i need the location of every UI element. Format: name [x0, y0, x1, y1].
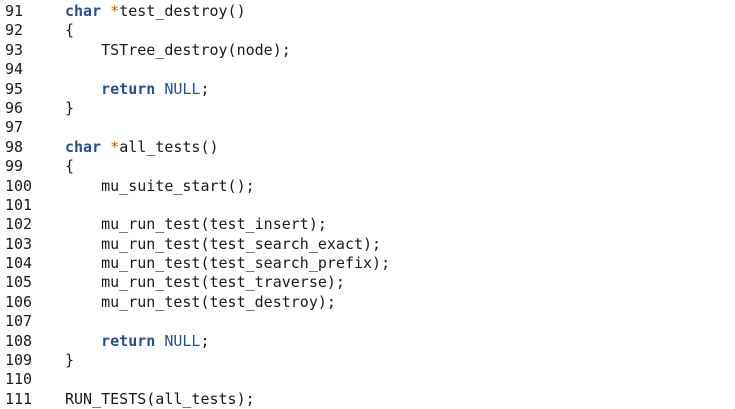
code-line[interactable]: 99 { [0, 157, 735, 176]
line-number: 100 [5, 176, 33, 195]
code-token: TSTree_destroy(node); [65, 40, 291, 59]
code-line[interactable]: 110 [0, 370, 735, 389]
code-line[interactable]: 100 mu_suite_start(); [0, 177, 735, 196]
code-line[interactable]: 109} [0, 351, 735, 370]
line-number: 102 [5, 215, 33, 234]
code-token: mu_suite_start(); [65, 176, 255, 195]
line-code[interactable]: mu_run_test(test_traverse); [65, 273, 345, 292]
code-line[interactable]: 92 { [0, 21, 735, 40]
line-number: 101 [5, 195, 33, 214]
code-token: } [65, 98, 75, 117]
code-token: mu_run_test(test_search_prefix); [65, 254, 391, 273]
code-line[interactable]: 101 [0, 196, 735, 215]
line-code[interactable]: char *test_destroy() [65, 2, 246, 21]
code-line[interactable]: 98 char *all_tests() [0, 138, 735, 157]
line-number: 99 [5, 157, 24, 176]
line-number: 110 [5, 370, 33, 389]
line-number: 92 [5, 21, 24, 40]
keyword-token: return [101, 79, 156, 98]
constant-token: NULL [164, 331, 201, 350]
line-number: 104 [5, 254, 33, 273]
line-code[interactable]: return NULL; [65, 331, 210, 351]
code-token: { [65, 21, 75, 40]
code-token: mu_run_test(test_destroy); [65, 292, 336, 311]
code-line[interactable]: 107 [0, 312, 735, 331]
line-code[interactable]: mu_run_test(test_destroy); [65, 293, 336, 312]
line-number: 94 [5, 60, 24, 79]
line-number: 97 [5, 118, 24, 137]
line-number: 107 [5, 312, 33, 331]
code-token: all_tests() [119, 137, 219, 156]
line-code[interactable]: mu_run_test(test_insert); [65, 215, 327, 234]
code-token: mu_run_test(test_insert); [65, 215, 327, 234]
line-code[interactable]: RUN_TESTS(all_tests); [65, 390, 255, 409]
line-number: 93 [5, 40, 24, 59]
code-token: ; [200, 79, 210, 98]
line-code[interactable]: char *all_tests() [65, 138, 219, 157]
pointer-token: * [110, 137, 120, 156]
code-line[interactable]: 95 return NULL; [0, 80, 735, 99]
keyword-token: char [65, 2, 102, 20]
code-line[interactable]: 106 mu_run_test(test_destroy); [0, 293, 735, 312]
line-code[interactable]: TSTree_destroy(node); [65, 41, 291, 60]
code-line[interactable]: 96} [0, 99, 735, 118]
code-line[interactable]: 91 char *test_destroy() [0, 2, 735, 21]
line-code[interactable]: { [65, 21, 74, 40]
line-code[interactable]: return NULL; [65, 79, 210, 99]
keyword-token: char [65, 137, 102, 156]
pointer-token: * [110, 2, 120, 20]
code-line[interactable]: 97 [0, 118, 735, 137]
keyword-token: return [101, 331, 156, 350]
code-token: mu_run_test(test_search_exact); [65, 234, 382, 253]
code-token: RUN_TESTS(all_tests); [65, 389, 255, 408]
code-token: mu_run_test(test_traverse); [65, 273, 345, 292]
code-line[interactable]: 93 TSTree_destroy(node); [0, 41, 735, 60]
code-token: { [65, 157, 75, 176]
code-line[interactable]: 94 [0, 60, 735, 79]
line-code[interactable]: mu_run_test(test_search_exact); [65, 235, 381, 254]
code-token: test_destroy() [119, 2, 246, 20]
line-code[interactable]: } [65, 351, 74, 370]
constant-token: NULL [164, 79, 201, 98]
line-number: 98 [5, 137, 24, 156]
line-code[interactable]: mu_suite_start(); [65, 177, 255, 196]
line-code[interactable]: mu_run_test(test_search_prefix); [65, 254, 390, 273]
line-number: 105 [5, 273, 33, 292]
line-number: 106 [5, 292, 33, 311]
line-number: 95 [5, 79, 24, 98]
line-number: 96 [5, 98, 24, 117]
code-line[interactable]: 105 mu_run_test(test_traverse); [0, 273, 735, 292]
line-number: 111 [5, 389, 33, 408]
code-token: ; [200, 331, 210, 350]
line-number: 108 [5, 331, 33, 350]
line-code[interactable]: } [65, 99, 74, 118]
code-line[interactable]: 102 mu_run_test(test_insert); [0, 215, 735, 234]
code-token: } [65, 351, 75, 370]
code-editor[interactable]: 91 char *test_destroy() 92{93 TSTree_destr… [0, 2, 735, 409]
code-line[interactable]: 111 RUN_TESTS(all_tests); [0, 390, 735, 409]
code-line[interactable]: 103 mu_run_test(test_search_exact); [0, 235, 735, 254]
line-number: 103 [5, 234, 33, 253]
line-code[interactable]: { [65, 157, 74, 176]
code-line[interactable]: 108 return NULL; [0, 332, 735, 351]
code-line[interactable]: 104 mu_run_test(test_search_prefix); [0, 254, 735, 273]
line-number: 91 [5, 2, 24, 20]
line-number: 109 [5, 351, 33, 370]
